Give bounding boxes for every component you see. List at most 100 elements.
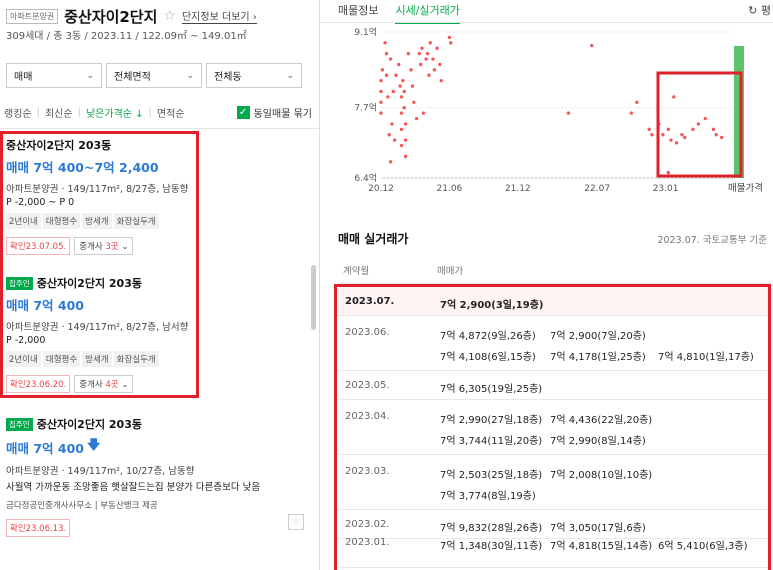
chevron-down-icon: ⌄	[186, 70, 194, 81]
data-point	[379, 111, 383, 115]
favorite-star-icon[interactable]: ☆	[288, 514, 304, 530]
listing-title: 중산자이2단지 203동	[36, 418, 142, 431]
data-point	[399, 95, 404, 99]
table-header: 계약월 매매가	[343, 263, 463, 277]
data-point	[384, 51, 389, 56]
data-point	[661, 133, 665, 137]
x-tick-label: 23.01	[653, 184, 679, 194]
complex-name: 중산자이2단지	[64, 7, 158, 26]
star-icon[interactable]: ☆	[163, 8, 176, 24]
data-point	[431, 57, 435, 61]
trade-type-select[interactable]: 매매 ⌄	[6, 63, 102, 88]
sort-low-price[interactable]: 낮은가격순 ↓	[86, 105, 144, 120]
confirm-date-badge: 확인23.06.13.	[6, 519, 71, 537]
price-down-arrow-icon: 🡇	[87, 438, 101, 453]
col-month: 계약월	[343, 266, 370, 277]
data-point	[399, 127, 404, 132]
data-point	[390, 122, 394, 126]
data-point	[683, 135, 687, 140]
unit-toggle[interactable]: ↻ 평	[748, 2, 771, 18]
x-tick-label: 22.07	[584, 184, 610, 194]
y-tick-label: 7.7억	[354, 102, 377, 114]
data-point	[399, 143, 404, 148]
chevron-down-icon: ⌄	[286, 70, 294, 81]
complex-info-link[interactable]: 단지정보 더보기 ›	[181, 8, 257, 24]
x-tick-label: 20.12	[368, 184, 394, 194]
chevron-down-icon: ⌄	[86, 70, 94, 81]
listing-note: 사월역 가까운동 조망좋음 햇살잘드는집 분양가 다른층보다 낮음	[6, 482, 261, 493]
data-point	[379, 89, 383, 94]
sort-latest[interactable]: 최신순	[45, 105, 73, 120]
complex-summary: 309세대 / 총 3동 / 2023.11 / 122.09㎡ ~ 149.0…	[6, 31, 247, 42]
checkbox-checked-icon: ✓	[236, 106, 250, 119]
data-point	[421, 111, 426, 115]
data-point	[403, 122, 408, 126]
data-point	[666, 170, 671, 175]
data-point	[647, 127, 651, 132]
data-point	[449, 41, 453, 45]
tab-listing-info[interactable]: 매물정보	[338, 2, 378, 24]
data-point	[380, 68, 385, 72]
data-point	[669, 138, 673, 142]
data-point	[412, 100, 416, 104]
price-panel: 매물정보 시세/실거래가 ↻ 평 9.1억 7.7억 6.4억 20.12 21.06…	[321, 0, 773, 570]
data-point	[399, 111, 404, 115]
data-point	[629, 111, 634, 115]
data-point	[391, 89, 396, 94]
data-point	[691, 127, 695, 132]
price-scatter-chart: 9.1억 7.7억 6.4억 20.12 21.06 21.12 22.07 23.01 매…	[354, 26, 763, 194]
data-point	[379, 100, 383, 104]
chart-legend: 매물가격	[728, 182, 763, 194]
data-point	[666, 127, 671, 132]
data-point	[427, 73, 431, 77]
data-point	[435, 46, 439, 50]
data-point	[714, 133, 718, 137]
tab-price-history[interactable]: 시세/실거래가	[395, 2, 460, 24]
data-point	[383, 41, 387, 45]
data-point	[428, 41, 432, 45]
data-point	[439, 78, 443, 83]
data-point	[388, 160, 393, 164]
section-note: 2023.07. 국토교통부 기준	[657, 235, 767, 246]
data-point	[566, 111, 571, 115]
scrollbar[interactable]	[311, 265, 316, 330]
data-point	[425, 51, 430, 56]
data-point	[402, 89, 406, 94]
sort-ranking[interactable]: 랭킹순	[4, 105, 32, 120]
sort-area[interactable]: 면적순	[157, 105, 185, 120]
listing-panel: 아파트분양권 중산자이2단지 ☆ 단지정보 더보기 › 309세대 / 총 3동…	[0, 0, 320, 570]
complex-header: 아파트분양권 중산자이2단지 ☆ 단지정보 더보기 ›	[6, 5, 257, 27]
y-tick-label: 9.1억	[354, 26, 377, 38]
data-point	[635, 100, 639, 104]
data-point	[650, 133, 654, 137]
y-axis-ticks: 9.1억 7.7억 6.4억	[354, 26, 377, 184]
property-type-badge: 아파트분양권	[6, 8, 59, 24]
arrow-down-icon: ↓	[135, 109, 144, 120]
highlight-box	[0, 131, 199, 398]
data-point	[392, 138, 397, 142]
listing-provider: 금다정공인중개사사무소 | 부동산뱅크 제공	[6, 501, 158, 511]
data-point	[417, 51, 422, 56]
listing-item[interactable]: 집주인 중산자이2단지 203동 매매 7억 400 🡇 아파트분양권 · 149/…	[6, 416, 306, 537]
col-price: 매매가	[437, 266, 464, 277]
highlight-box	[334, 284, 771, 570]
data-point	[438, 62, 442, 67]
data-point	[680, 133, 684, 137]
data-point	[409, 68, 413, 72]
data-point	[719, 135, 724, 140]
data-point	[387, 133, 391, 137]
area-select[interactable]: 전체면적 ⌄	[106, 63, 202, 88]
data-point	[414, 116, 419, 121]
x-tick-label: 21.12	[505, 184, 531, 194]
data-point	[447, 35, 452, 40]
data-point	[590, 43, 594, 48]
sort-bar: 랭킹순 | 최신순 | 낮은가격순 ↓ | 면적순 ✓ 동일매물 묶기	[4, 105, 312, 120]
owner-badge: 집주인	[6, 417, 33, 431]
section-title: 매매 실거래가	[338, 232, 409, 246]
data-point	[397, 62, 401, 67]
same-listing-toggle[interactable]: ✓ 동일매물 묶기	[236, 105, 312, 120]
data-point	[394, 73, 398, 77]
building-select[interactable]: 전체동 ⌄	[206, 63, 302, 88]
listing-desc: 아파트분양권 · 149/117m², 10/27층, 남동향	[6, 466, 195, 477]
y-tick-label: 6.4억	[354, 172, 377, 184]
